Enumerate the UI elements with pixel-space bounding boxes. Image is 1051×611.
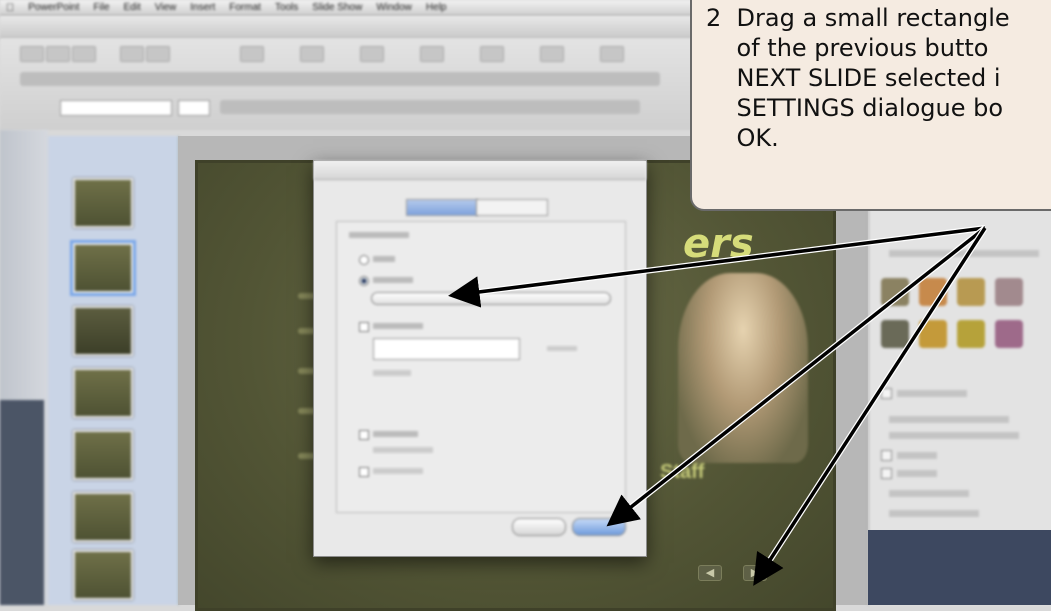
slide-thumbnail[interactable] [73,178,133,228]
run-program-radio[interactable] [359,322,369,332]
palette-checkbox[interactable] [881,388,892,399]
previous-slide-button[interactable]: ◀ [698,565,722,581]
highlight-click-checkbox[interactable] [359,467,369,477]
theme-swatch[interactable] [957,320,985,348]
next-slide-button[interactable]: ▶ [743,565,767,581]
theme-swatch[interactable] [995,278,1023,306]
radio-none-label [373,256,395,262]
play-sound-label [373,431,418,437]
toolbar-button[interactable] [420,46,444,62]
desktop-background [868,530,1051,605]
menu-tools[interactable]: Tools [275,2,298,13]
toolbar-button[interactable] [20,46,44,62]
theme-swatch[interactable] [995,320,1023,348]
browse-link[interactable] [547,346,577,351]
toolbar-button[interactable] [46,46,70,62]
palette-label [897,390,967,397]
toolbar-button[interactable] [120,46,144,62]
slide-thumbnail[interactable] [73,430,133,480]
toolbar-button[interactable] [72,46,96,62]
palette-label [889,490,969,497]
palette-checkbox[interactable] [881,468,892,479]
palette-label [897,470,937,477]
play-sound-checkbox[interactable] [359,430,369,440]
left-arrow-icon: ◀ [705,567,715,579]
palette-label [889,510,979,517]
palette-label [897,452,937,459]
callout-text: 2 Drag a small rectangle of the previous… [706,4,1010,152]
sound-select[interactable] [373,447,433,453]
toolbar-button[interactable] [360,46,384,62]
theme-swatch[interactable] [881,320,909,348]
theme-swatch[interactable] [919,320,947,348]
action-settings-dialog [313,160,647,557]
palette-label [889,432,1019,439]
slide-thumbnail[interactable] [73,368,133,418]
toolbar-button[interactable] [146,46,170,62]
ribbon-row [220,100,640,114]
slide-photo [678,273,808,463]
slide-thumbnail[interactable] [73,306,133,356]
dialog-title [314,161,646,180]
menu-file[interactable]: File [93,2,109,13]
object-action-label [373,370,411,376]
cancel-button[interactable] [512,518,566,536]
radio-hyperlink-to[interactable] [359,276,369,286]
toolbar-button[interactable] [240,46,264,62]
program-path-field[interactable] [373,338,520,360]
palette-label [889,416,1009,423]
toolbar-button[interactable] [300,46,324,62]
palette-checkbox[interactable] [881,450,892,461]
slide-subtitle: Staff [660,461,705,483]
highlight-click-label [373,468,423,474]
radio-hyperlink-label [373,277,413,283]
tab-mouse-click[interactable] [406,199,478,216]
menu-insert[interactable]: Insert [190,2,215,13]
menu-view[interactable]: View [155,2,177,13]
font-size-field[interactable] [178,100,210,116]
menu-app[interactable]: PowerPoint [28,2,79,13]
tab-mouse-over[interactable] [476,199,548,216]
slide-thumbnail-pane [48,136,179,605]
menu-slideshow[interactable]: Slide Show [312,2,362,13]
theme-swatch[interactable] [957,278,985,306]
theme-swatch[interactable] [919,278,947,306]
instruction-callout: 2 Drag a small rectangle of the previous… [690,0,1051,211]
ok-button[interactable] [572,518,626,536]
apple-menu-icon[interactable]:  [6,2,14,14]
menu-window[interactable]: Window [376,2,412,13]
radio-none[interactable] [359,255,369,265]
slide-thumbnail[interactable] [73,550,133,600]
dialog-pane [336,221,626,513]
desktop-background [0,400,44,605]
action-label [349,232,409,238]
right-arrow-icon: ▶ [750,567,760,579]
palette-heading [889,250,1039,257]
theme-swatch[interactable] [881,278,909,306]
ribbon-row [20,72,660,86]
menu-format[interactable]: Format [229,2,261,13]
hyperlink-select[interactable] [371,292,611,305]
slide-title-fragment: ers [683,221,754,267]
toolbar-button[interactable] [540,46,564,62]
run-program-label [373,323,423,329]
menu-edit[interactable]: Edit [124,2,141,13]
font-name-field[interactable] [60,100,172,116]
slide-thumbnail[interactable] [73,492,133,542]
slide-thumbnail-selected[interactable] [70,240,136,296]
menu-help[interactable]: Help [426,2,447,13]
toolbar-button[interactable] [600,46,624,62]
toolbar-button[interactable] [480,46,504,62]
